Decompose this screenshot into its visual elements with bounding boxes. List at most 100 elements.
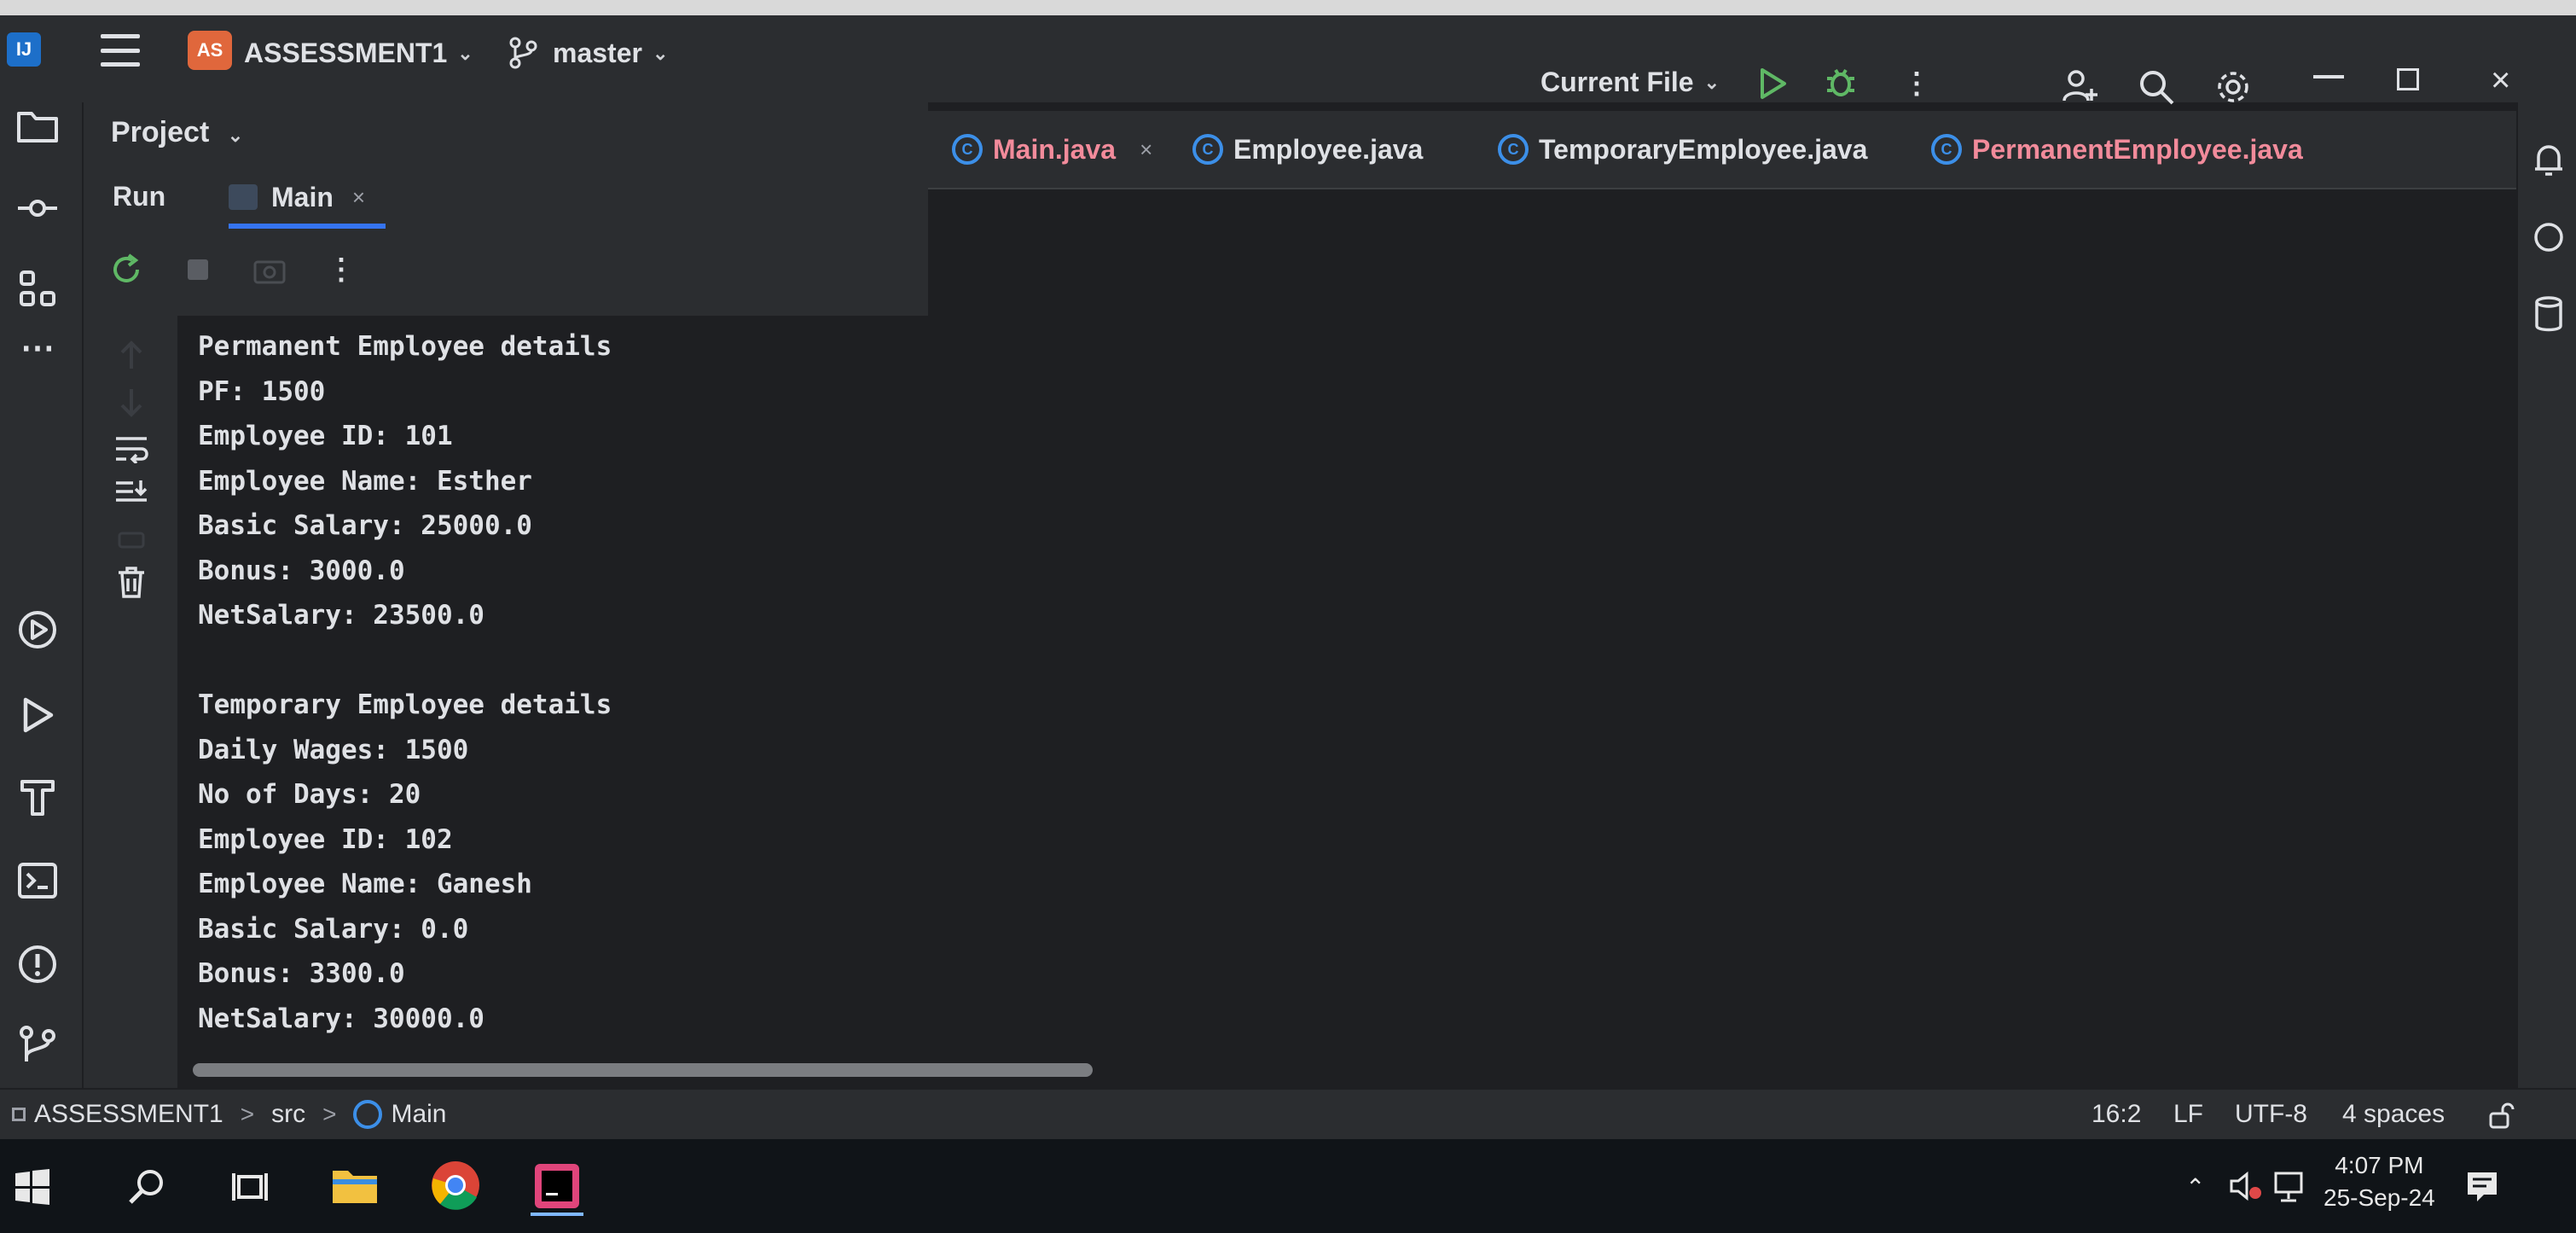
close-icon[interactable]: × <box>2491 61 2510 100</box>
console-line: Bonus: 3300.0 <box>198 958 405 989</box>
file-encoding[interactable]: UTF-8 <box>2235 1100 2307 1129</box>
console-line: NetSalary: 23500.0 <box>198 600 484 631</box>
close-icon[interactable]: × <box>1140 137 1152 163</box>
project-view-dropdown[interactable]: Project ⌄ <box>111 116 243 149</box>
breadcrumb-separator: > <box>240 1101 255 1127</box>
speaker-icon[interactable] <box>2228 1168 2264 1204</box>
project-name: ASSESSMENT1 <box>244 38 448 68</box>
network-icon[interactable] <box>2272 1170 2308 1204</box>
console-line: Employee Name: Esther <box>198 465 532 497</box>
editor-tab-bar: C Main.java × C Employee.java C Temporar… <box>928 111 2576 189</box>
services-icon[interactable] <box>14 606 61 654</box>
minimize-button[interactable] <box>2313 75 2344 79</box>
caret-position[interactable]: 16:2 <box>2092 1100 2141 1129</box>
search-icon[interactable] <box>2138 68 2175 106</box>
ai-assistant-icon[interactable] <box>2525 213 2573 261</box>
chevron-down-icon: ⌄ <box>227 125 244 146</box>
app-logo-icon[interactable]: IJ <box>7 32 41 67</box>
ide-window: IJ AS ASSESSMENT1 ⌄ master ⌄ Current Fil… <box>0 0 2576 1233</box>
left-tool-strip: ⋯ <box>0 102 84 1088</box>
java-class-icon <box>353 1100 383 1129</box>
clock-time: 4:07 PM <box>2335 1152 2424 1178</box>
stop-icon[interactable] <box>181 253 215 287</box>
breadcrumb-main[interactable]: Main <box>391 1100 446 1129</box>
folder-icon[interactable] <box>14 102 61 150</box>
editor-area[interactable] <box>928 189 2576 317</box>
chrome-icon[interactable] <box>430 1160 481 1211</box>
tab-main-java[interactable]: C Main.java × <box>952 119 1152 179</box>
chevron-up-icon[interactable]: ⌃ <box>2185 1173 2205 1201</box>
lock-icon[interactable] <box>2487 1102 2515 1129</box>
terminal-icon[interactable] <box>14 857 61 904</box>
console-line: Bonus: 3000.0 <box>198 555 405 586</box>
notifications-icon[interactable] <box>2525 137 2573 184</box>
run-config-selector[interactable]: Current File ⌄ <box>1540 67 1720 98</box>
task-view-icon[interactable] <box>230 1166 271 1207</box>
system-clock[interactable]: 4:07 PM 25-Sep-24 <box>2324 1149 2435 1214</box>
indent-setting[interactable]: 4 spaces <box>2342 1100 2445 1129</box>
maximize-button[interactable] <box>2397 68 2419 90</box>
console-line: Daily Wages: 1500 <box>198 734 469 765</box>
project-switcher[interactable]: ASSESSMENT1 ⌄ <box>244 38 473 69</box>
commit-icon[interactable] <box>14 184 61 232</box>
console-icon <box>229 184 258 210</box>
module-icon <box>12 1108 26 1121</box>
console-line: Basic Salary: 25000.0 <box>198 510 532 541</box>
more-actions-icon[interactable]: ⋮ <box>324 253 358 287</box>
git-icon[interactable] <box>14 1021 61 1068</box>
branch-name: master <box>553 38 642 68</box>
main-menu-icon[interactable] <box>101 34 140 67</box>
breadcrumb: ASSESSMENT1 > src > Main <box>12 1100 446 1129</box>
debug-button[interactable] <box>1824 65 1858 99</box>
chevron-down-icon: ⌄ <box>457 42 473 64</box>
breadcrumb-src[interactable]: src <box>271 1100 305 1129</box>
run-button[interactable] <box>1757 67 1788 101</box>
camera-icon[interactable] <box>252 253 287 287</box>
clock-date: 25-Sep-24 <box>2324 1184 2435 1211</box>
windows-start-icon[interactable] <box>12 1166 53 1207</box>
line-ending[interactable]: LF <box>2173 1100 2203 1129</box>
tab-permanent-employee-java[interactable]: C PermanentEmployee.java <box>1931 119 2303 179</box>
tab-label: PermanentEmployee.java <box>1972 133 2303 165</box>
trash-icon[interactable] <box>113 563 150 601</box>
breadcrumb-project[interactable]: ASSESSMENT1 <box>34 1100 223 1129</box>
tab-employee-java[interactable]: C Employee.java <box>1192 119 1423 179</box>
java-class-icon: C <box>1192 134 1223 165</box>
tab-temporary-employee-java[interactable]: C TemporaryEmployee.java <box>1498 119 1867 179</box>
close-icon[interactable]: × <box>352 184 365 211</box>
scroll-to-end-icon[interactable] <box>113 474 150 512</box>
branch-switcher[interactable]: master ⌄ <box>553 38 668 69</box>
run-tool-window-header: Project ⌄ Run Main × ⋮ <box>84 102 928 316</box>
more-tools-icon[interactable]: ⋯ <box>14 324 61 372</box>
java-class-icon: C <box>1498 134 1529 165</box>
more-actions-icon[interactable]: ⋮ <box>1902 67 1931 101</box>
tab-label: Employee.java <box>1233 133 1424 165</box>
tab-label: Main.java <box>993 133 1117 165</box>
notification-center-icon[interactable] <box>2463 1168 2501 1206</box>
console-line: Employee ID: 101 <box>198 421 453 451</box>
arrow-up-icon[interactable] <box>113 336 150 374</box>
soft-wrap-icon[interactable] <box>113 430 150 468</box>
tab-label: TemporaryEmployee.java <box>1539 133 1868 165</box>
rerun-icon[interactable] <box>109 253 143 287</box>
search-icon[interactable] <box>126 1166 167 1207</box>
print-icon[interactable] <box>113 521 150 558</box>
console-line: Temporary Employee details <box>198 689 612 720</box>
run-tool-icon[interactable] <box>14 691 61 739</box>
project-badge[interactable]: AS <box>188 31 232 70</box>
gear-icon[interactable] <box>2214 68 2252 106</box>
run-console[interactable]: Permanent Employee details PF: 1500 Empl… <box>177 316 2576 1088</box>
structure-icon[interactable] <box>14 265 61 312</box>
intellij-taskbar-icon[interactable] <box>531 1160 583 1216</box>
add-user-icon[interactable] <box>2061 67 2098 104</box>
horizontal-scrollbar[interactable] <box>193 1063 1093 1077</box>
problems-icon[interactable] <box>14 940 61 988</box>
right-tool-strip <box>2516 102 2576 1088</box>
build-icon[interactable] <box>14 773 61 821</box>
arrow-down-icon[interactable] <box>113 384 150 422</box>
file-explorer-icon[interactable] <box>331 1163 379 1207</box>
console-line: Employee ID: 102 <box>198 823 453 855</box>
database-icon[interactable] <box>2525 290 2573 338</box>
run-tab-main[interactable]: Main × <box>229 171 386 229</box>
